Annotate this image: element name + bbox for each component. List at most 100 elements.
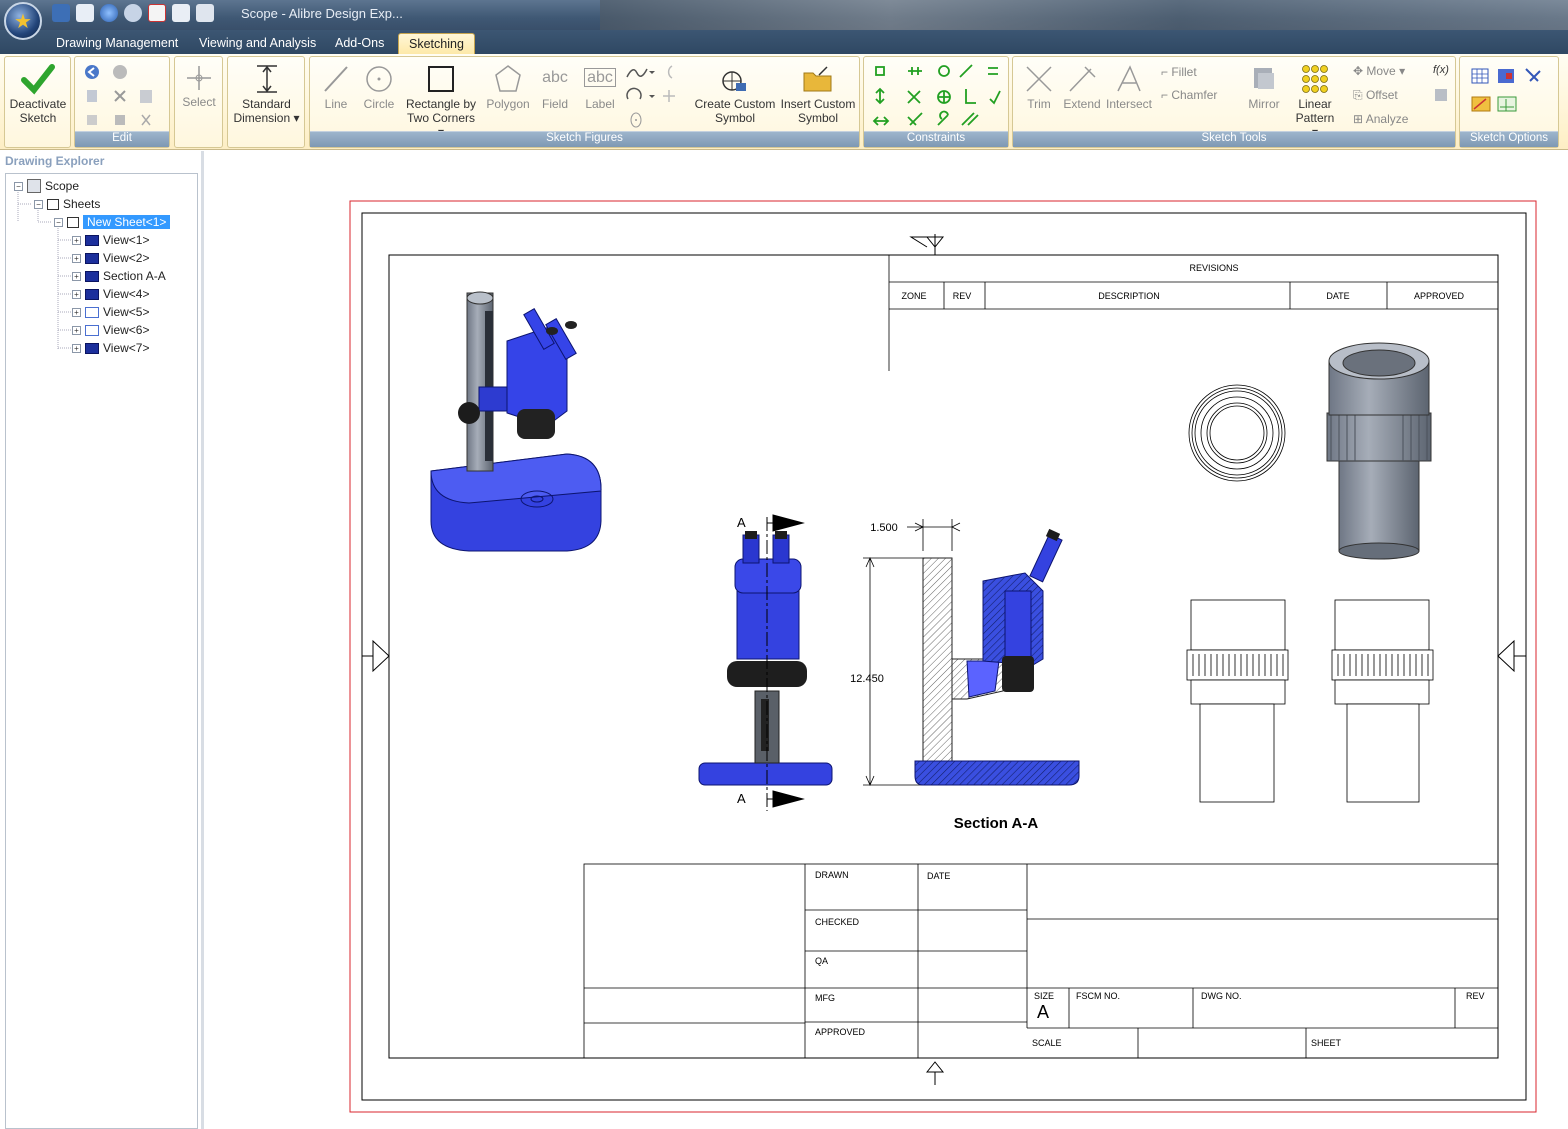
arc-icon[interactable] [660, 63, 678, 81]
tab-drawing-management[interactable]: Drawing Management [46, 33, 188, 54]
expand-icon[interactable]: + [72, 271, 81, 281]
label-icon: abc [580, 63, 620, 97]
tree-item-view-5[interactable]: + View<5> [72, 305, 149, 319]
tree-item-view-7[interactable]: + View<7> [72, 341, 149, 355]
insert-custom-symbol-button[interactable]: Insert Custom Symbol [778, 63, 858, 125]
standard-dimension-button[interactable]: Standard Dimension ▾ [230, 63, 303, 125]
isometric-scope-view[interactable] [430, 291, 602, 552]
tab-sketching[interactable]: Sketching [398, 33, 475, 54]
expand-icon[interactable]: + [72, 343, 81, 353]
tree-item-section-a-a[interactable]: + Section A-A [72, 269, 166, 283]
dimension-height-value: 12.450 [850, 673, 884, 685]
cut-icon[interactable] [137, 111, 155, 129]
mirror-button[interactable]: Mirror [1241, 63, 1287, 111]
tree-item-view-4[interactable]: + View<4> [72, 287, 149, 301]
collapse-icon[interactable]: − [14, 181, 23, 191]
calculator-icon[interactable] [1433, 87, 1449, 103]
tree-item-scope[interactable]: − Scope [14, 179, 79, 193]
constraint-icons[interactable] [872, 63, 1008, 131]
arc-3point-icon[interactable] [625, 87, 655, 105]
offset-icon: ⎘ [1353, 88, 1366, 102]
view-icon [85, 252, 99, 264]
undo-icon[interactable] [83, 63, 101, 81]
save-icon[interactable] [52, 4, 70, 22]
point-icon[interactable] [660, 87, 678, 105]
linear-pattern-label-1: Linear [1298, 97, 1332, 111]
paste-icon[interactable] [137, 87, 159, 105]
linear-pattern-label-2-text: Pattern [1295, 111, 1335, 125]
print-icon[interactable] [196, 4, 214, 22]
field-button[interactable]: abc Field [536, 63, 574, 111]
copy-icon[interactable] [83, 87, 101, 105]
function-button[interactable]: f(x) [1433, 64, 1449, 76]
intersect-button[interactable]: Intersect [1105, 63, 1153, 111]
sketch-options-icons[interactable] [1468, 65, 1552, 121]
tree-label-view: View<4> [103, 287, 150, 301]
extend-button[interactable]: Extend [1061, 63, 1103, 111]
analyze-label: Analyze [1365, 112, 1409, 126]
offset-label: Offset [1365, 88, 1398, 102]
collapse-icon[interactable]: − [34, 199, 43, 209]
sketch-options-group: Sketch Options [1459, 56, 1559, 148]
trim-button[interactable]: Trim [1019, 63, 1059, 111]
tab-add-ons[interactable]: Add-Ons [325, 33, 394, 54]
edit-group: Edit [74, 56, 170, 148]
tree-item-view-6[interactable]: + View<6> [72, 323, 149, 337]
application-menu-button[interactable]: ★ [4, 2, 42, 40]
properties-icon[interactable] [111, 111, 129, 129]
chamfer-button[interactable]: ⌐ Chamfer [1161, 88, 1217, 102]
expand-icon[interactable]: + [72, 289, 81, 299]
tb-sheet: SHEET [1311, 1038, 1342, 1048]
properties-icon[interactable] [172, 4, 190, 22]
globe-icon[interactable] [100, 4, 118, 22]
front-view[interactable] [698, 531, 833, 786]
collapse-icon[interactable]: − [54, 217, 63, 227]
expand-icon[interactable]: + [72, 253, 81, 263]
select-button[interactable]: Select [177, 63, 221, 109]
fillet-button[interactable]: ⌐ Fillet [1161, 65, 1197, 79]
deactivate-sketch-button[interactable]: Deactivate Sketch [7, 63, 69, 125]
dimension-label-2-text: Dimension [233, 111, 291, 125]
offset-button[interactable]: ⎘ Offset [1353, 88, 1398, 103]
expand-icon[interactable]: + [72, 235, 81, 245]
sketch-tools-group: Trim Extend Intersect ⌐ Fillet ⌐ Chamfer… [1012, 56, 1456, 148]
delete-icon[interactable] [111, 87, 129, 105]
tree-item-view-1[interactable]: + View<1> [72, 233, 149, 247]
expand-icon[interactable]: + [72, 307, 81, 317]
tree-item-view-2[interactable]: + View<2> [72, 251, 149, 265]
revisions-title: REVISIONS [1189, 263, 1238, 273]
right-center-mark [1497, 639, 1526, 673]
move-button[interactable]: ✥ Move ▾ [1353, 64, 1405, 78]
create-symbol-icon [722, 71, 746, 91]
drawing-sheet[interactable]: REVISIONS ZONE REV DESCRIPTION DATE APPR… [207, 151, 1568, 1129]
tb-rev: REV [1466, 991, 1485, 1001]
eyepiece-side-view-2[interactable] [1331, 599, 1434, 803]
new-document-icon[interactable] [76, 4, 94, 22]
linear-pattern-button[interactable]: Linear Pattern ▾ [1291, 63, 1339, 139]
tab-viewing-and-analysis[interactable]: Viewing and Analysis [189, 33, 326, 54]
dimension-label-2: Dimension ▾ [233, 111, 300, 125]
drawing-canvas[interactable]: REVISIONS ZONE REV DESCRIPTION DATE APPR… [207, 151, 1568, 1129]
polygon-button[interactable]: Polygon [485, 63, 531, 111]
ellipse-icon[interactable] [627, 111, 645, 129]
line-button[interactable]: Line [316, 63, 356, 111]
pdf-icon[interactable] [148, 4, 166, 22]
spline-icon[interactable] [625, 63, 655, 81]
eyepiece-side-view-1[interactable] [1186, 599, 1289, 803]
label-button[interactable]: abc Label [580, 63, 620, 111]
tree-item-new-sheet[interactable]: − New Sheet<1> [54, 215, 171, 229]
eyepiece-isometric-view[interactable] [1326, 342, 1432, 560]
section-a-a-view[interactable] [914, 528, 1080, 786]
help-icon[interactable] [124, 4, 142, 22]
create-custom-symbol-button[interactable]: Create Custom Symbol [694, 63, 776, 125]
analyze-button[interactable]: ⊞ Analyze [1353, 112, 1408, 126]
tree-item-sheets[interactable]: − Sheets [34, 197, 100, 211]
duplicate-icon[interactable] [83, 111, 101, 129]
sketch-tools-group-label: Sketch Tools [1013, 131, 1455, 147]
rectangle-button[interactable]: Rectangle by Two Corners ▾ [403, 63, 479, 139]
expand-icon[interactable]: + [72, 325, 81, 335]
redo-icon[interactable] [111, 63, 129, 81]
top-center-mark [909, 236, 945, 248]
eyepiece-top-view[interactable] [1188, 384, 1286, 482]
circle-button[interactable]: Circle [359, 63, 399, 111]
